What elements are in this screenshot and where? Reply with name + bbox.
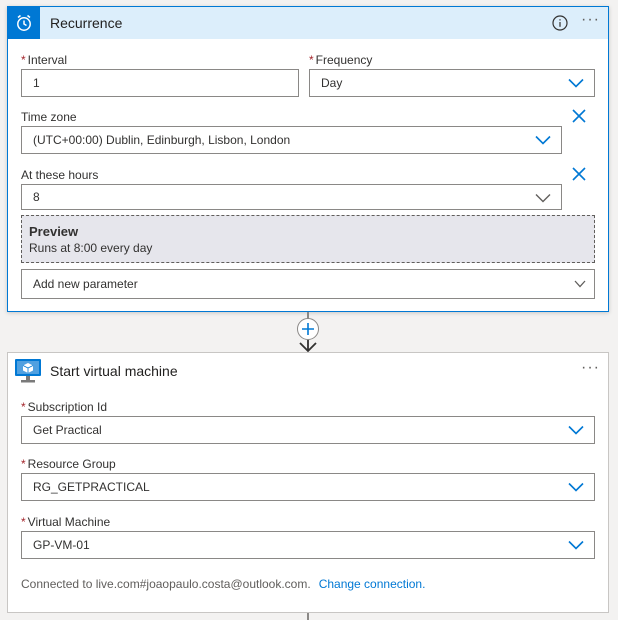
subscription-select[interactable]: Get Practical	[21, 416, 595, 444]
time-zone-select[interactable]: (UTC+00:00) Dublin, Edinburgh, Lisbon, L…	[21, 126, 562, 154]
virtual-machine-label: * Virtual Machine	[21, 515, 111, 529]
required-marker: *	[21, 53, 26, 67]
virtual-machine-icon	[12, 355, 44, 387]
more-options-button[interactable]: ···	[581, 11, 600, 29]
resource-group-select[interactable]: RG_GETPRACTICAL	[21, 473, 595, 501]
chevron-down-icon	[568, 482, 584, 492]
connection-info: Connected to live.com#joaopaulo.costa@ou…	[21, 577, 425, 591]
resource-group-label: * Resource Group	[21, 457, 116, 471]
interval-label: * Interval	[21, 53, 68, 67]
required-marker: *	[21, 457, 26, 471]
chevron-down-icon	[568, 540, 584, 550]
preview-box: Preview Runs at 8:00 every day	[21, 215, 595, 263]
more-options-button[interactable]: ···	[581, 359, 600, 377]
required-marker: *	[21, 515, 26, 529]
recurrence-card: Recurrence ··· * Interval 1 * Frequency Da…	[7, 6, 609, 312]
chevron-down-icon	[535, 135, 551, 145]
change-connection-link[interactable]: Change connection.	[319, 577, 426, 591]
arrow-down-icon	[299, 340, 317, 352]
required-marker: *	[309, 53, 314, 67]
hours-select[interactable]: 8	[21, 184, 562, 210]
plus-icon	[302, 323, 314, 335]
chevron-down-icon	[574, 280, 586, 288]
start-vm-title: Start virtual machine	[50, 363, 178, 379]
interval-input[interactable]: 1	[21, 69, 299, 97]
preview-text: Runs at 8:00 every day	[29, 241, 153, 255]
chevron-down-icon	[535, 194, 551, 203]
remove-hours-close-icon[interactable]	[572, 167, 586, 181]
connected-text: Connected to live.com#joaopaulo.costa@ou…	[21, 577, 311, 591]
recurrence-header[interactable]: Recurrence ···	[8, 7, 608, 39]
frequency-label: * Frequency	[309, 53, 373, 67]
recurrence-title: Recurrence	[50, 15, 123, 31]
time-zone-label: Time zone	[21, 110, 77, 124]
subscription-label: * Subscription Id	[21, 400, 108, 414]
hours-label: At these hours	[21, 168, 99, 182]
chevron-down-icon	[568, 78, 584, 88]
virtual-machine-select[interactable]: GP-VM-01	[21, 531, 595, 559]
required-marker: *	[21, 400, 26, 414]
remove-time-zone-close-icon[interactable]	[572, 109, 586, 123]
insert-step-button[interactable]	[297, 318, 319, 340]
add-parameter-select[interactable]: Add new parameter	[21, 269, 595, 299]
alarm-clock-icon	[8, 7, 40, 39]
start-vm-card: Start virtual machine ··· * Subscription …	[7, 352, 609, 613]
frequency-select[interactable]: Day	[309, 69, 595, 97]
info-icon[interactable]	[552, 15, 568, 31]
chevron-down-icon	[568, 425, 584, 435]
preview-title: Preview	[29, 224, 79, 239]
start-vm-header[interactable]: Start virtual machine ···	[8, 353, 608, 389]
connector-line	[307, 613, 309, 620]
